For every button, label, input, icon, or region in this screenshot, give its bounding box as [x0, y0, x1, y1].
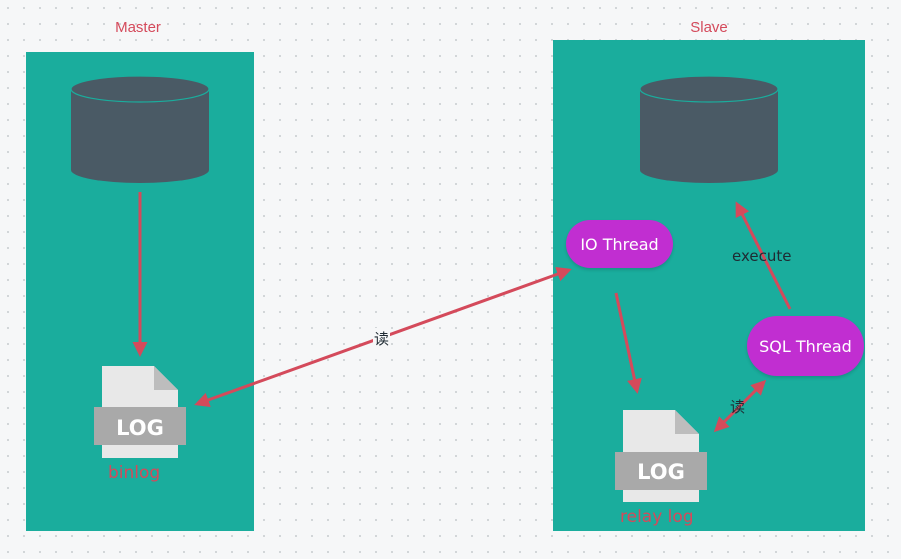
- relay-log-badge: LOG: [637, 460, 685, 484]
- sql-read-label: 读: [730, 398, 746, 416]
- master-database-icon: [70, 75, 210, 183]
- binlog-caption: binlog: [108, 463, 161, 483]
- slave-database-icon: [639, 75, 779, 183]
- relay-log-caption: relay log: [620, 507, 694, 527]
- io-thread-node[interactable]: IO Thread: [566, 220, 673, 268]
- binlog-badge: LOG: [116, 416, 164, 440]
- sql-thread-node[interactable]: SQL Thread: [747, 316, 864, 376]
- relay-log-file-icon: LOG: [615, 410, 707, 502]
- arrow-io-to-relay-log: [614, 292, 642, 394]
- execute-label: execute: [732, 247, 792, 265]
- io-read-label: 读: [373, 328, 391, 349]
- binlog-file-icon: LOG: [94, 366, 186, 458]
